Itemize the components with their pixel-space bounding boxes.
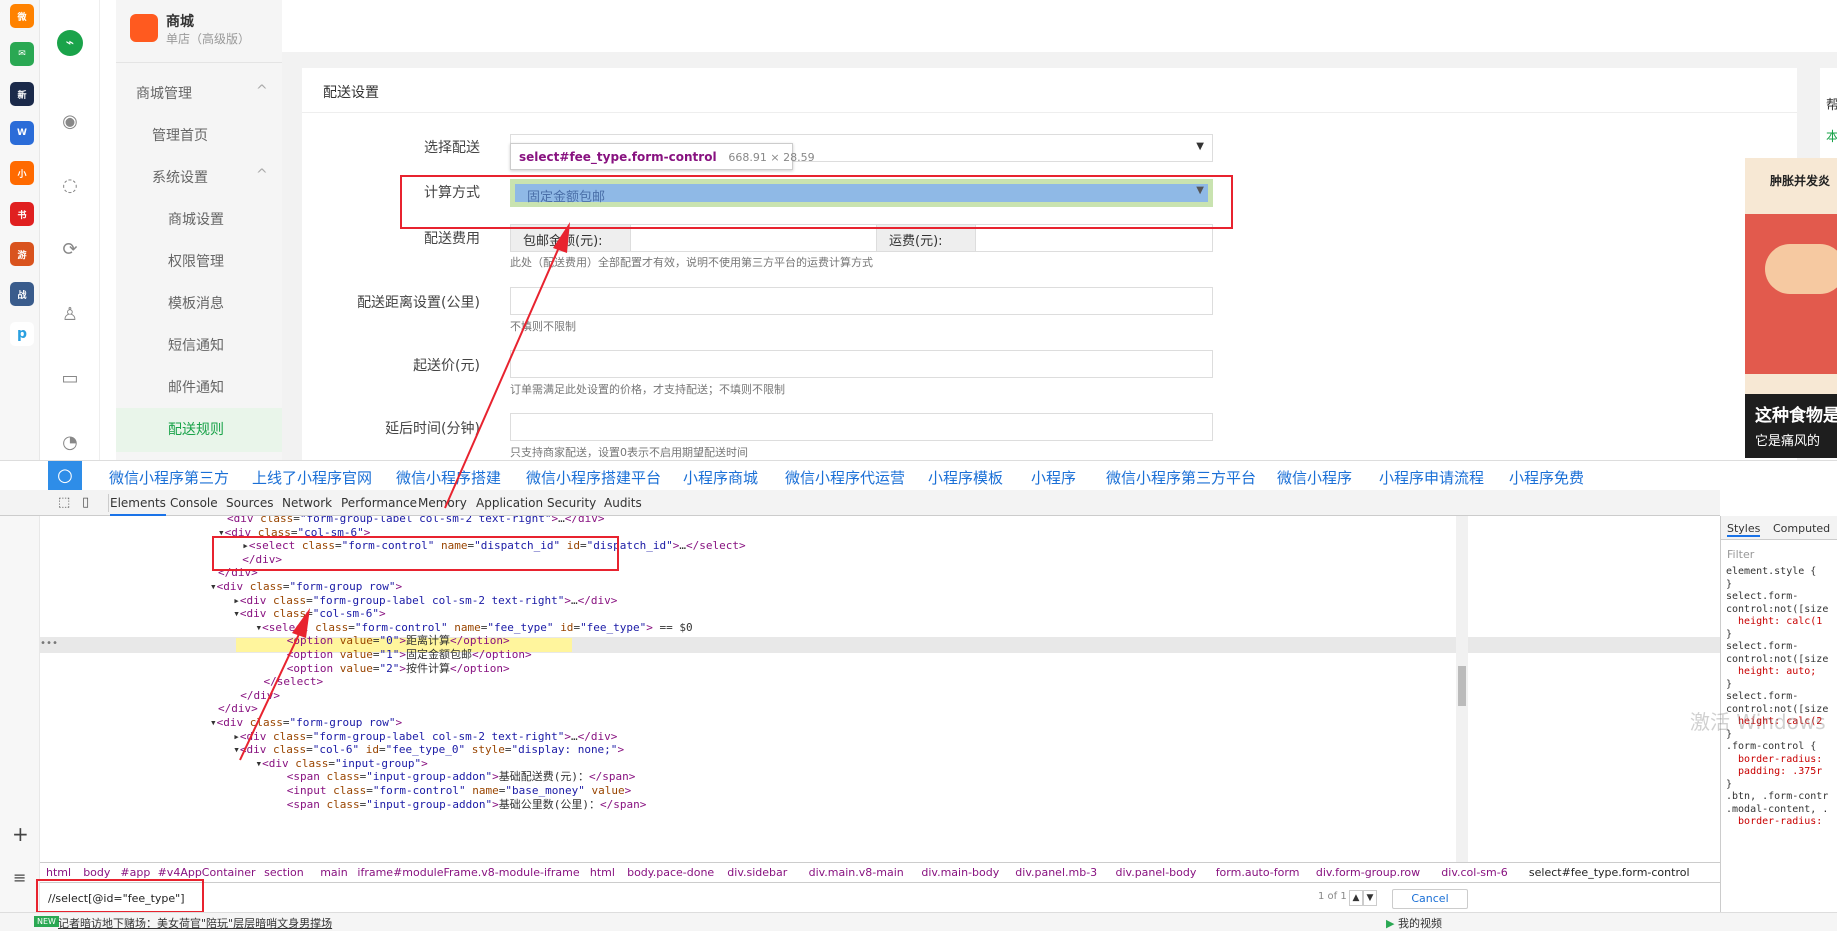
arrow-line <box>444 244 561 509</box>
arrow-line <box>239 631 301 761</box>
arrow-head <box>553 222 570 253</box>
annotation-arrows <box>239 222 570 761</box>
arrow-head <box>292 608 310 638</box>
